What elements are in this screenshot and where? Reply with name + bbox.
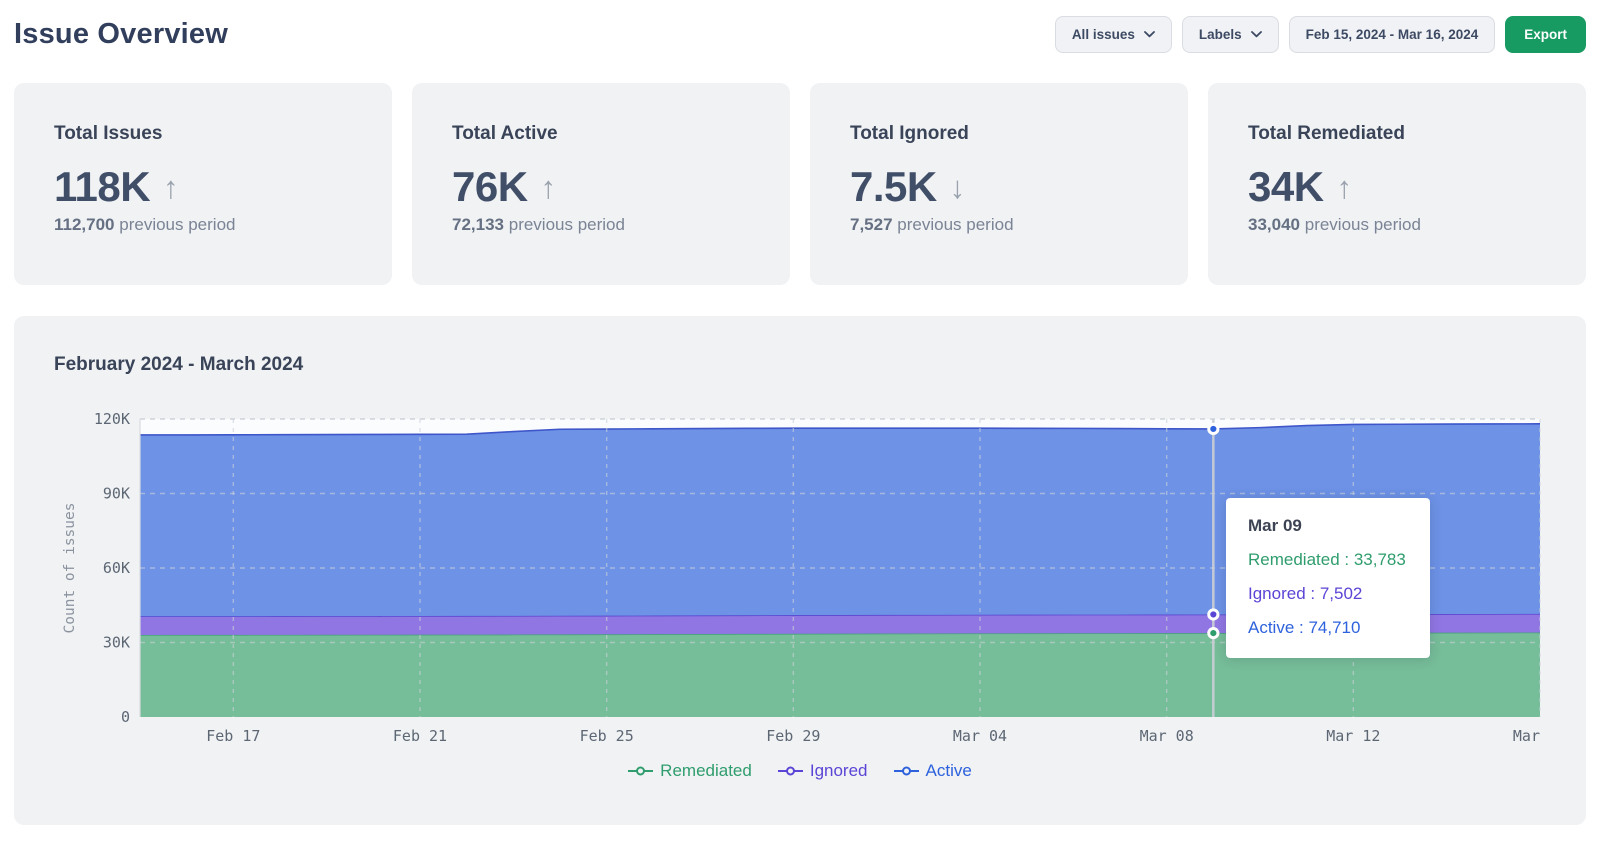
stat-card-total-issues: Total Issues 118K ↑ 112,700 previous per… bbox=[14, 83, 392, 285]
page-header: Issue Overview All issues Labels Feb 15,… bbox=[14, 14, 1586, 53]
legend-marker-icon bbox=[778, 766, 803, 776]
legend-item-remediated[interactable]: Remediated bbox=[628, 761, 752, 781]
stat-card-title: Total Ignored bbox=[850, 123, 1148, 145]
trend-down-icon: ↓ bbox=[950, 172, 966, 203]
legend-marker-icon bbox=[628, 766, 653, 776]
stat-card-previous: 33,040 previous period bbox=[1248, 215, 1546, 235]
all-issues-dropdown-label: All issues bbox=[1072, 27, 1135, 42]
legend-label: Ignored bbox=[810, 761, 868, 781]
svg-text:Feb 21: Feb 21 bbox=[393, 727, 447, 745]
stat-card-previous: 112,700 previous period bbox=[54, 215, 352, 235]
stat-card-value: 7.5K bbox=[850, 166, 937, 208]
stat-card-title: Total Issues bbox=[54, 123, 352, 145]
chart-title: February 2024 - March 2024 bbox=[54, 354, 1546, 376]
chart-card: February 2024 - March 2024 0 30K 60K 90K 120… bbox=[14, 316, 1586, 825]
svg-text:90K: 90K bbox=[103, 485, 130, 503]
labels-dropdown[interactable]: Labels bbox=[1182, 16, 1279, 53]
tooltip-row-remediated: Remediated : 33,783 bbox=[1248, 550, 1408, 570]
svg-text:60K: 60K bbox=[103, 559, 130, 577]
tooltip-row-ignored: Ignored : 7,502 bbox=[1248, 584, 1408, 604]
stat-card-total-remediated: Total Remediated 34K ↑ 33,040 previous p… bbox=[1208, 83, 1586, 285]
stat-card-previous: 72,133 previous period bbox=[452, 215, 750, 235]
stat-card-total-active: Total Active 76K ↑ 72,133 previous perio… bbox=[412, 83, 790, 285]
tooltip-row-active: Active : 74,710 bbox=[1248, 618, 1408, 638]
svg-text:30K: 30K bbox=[103, 634, 130, 652]
plot-region: 0 30K 60K 90K 120K Feb 17 Feb 21 Feb 25 Feb 29 Ma… bbox=[54, 403, 1546, 752]
legend-label: Remediated bbox=[660, 761, 752, 781]
header-controls: All issues Labels Feb 15, 2024 - Mar 16,… bbox=[1055, 16, 1586, 53]
svg-text:Count of issues: Count of issues bbox=[62, 503, 78, 634]
chevron-down-icon bbox=[1144, 31, 1155, 38]
date-range-picker[interactable]: Feb 15, 2024 - Mar 16, 2024 bbox=[1289, 16, 1496, 53]
chart-tooltip: Mar 09 Remediated : 33,783 Ignored : 7,5… bbox=[1226, 498, 1430, 658]
page-title: Issue Overview bbox=[14, 18, 228, 51]
legend-label: Active bbox=[926, 761, 972, 781]
stat-card-value: 118K bbox=[54, 166, 150, 208]
trend-up-icon: ↑ bbox=[541, 172, 557, 203]
stat-card-previous: 7,527 previous period bbox=[850, 215, 1148, 235]
legend-item-active[interactable]: Active bbox=[894, 761, 972, 781]
all-issues-dropdown[interactable]: All issues bbox=[1055, 16, 1172, 53]
chevron-down-icon bbox=[1251, 31, 1262, 38]
stat-cards-row: Total Issues 118K ↑ 112,700 previous per… bbox=[14, 83, 1586, 285]
stat-card-value: 34K bbox=[1248, 166, 1324, 208]
trend-up-icon: ↑ bbox=[1337, 172, 1353, 203]
stat-card-title: Total Active bbox=[452, 123, 750, 145]
svg-text:Mar 12: Mar 12 bbox=[1326, 727, 1380, 745]
labels-dropdown-label: Labels bbox=[1199, 27, 1242, 42]
date-range-label: Feb 15, 2024 - Mar 16, 2024 bbox=[1306, 27, 1479, 42]
svg-text:120K: 120K bbox=[94, 410, 130, 428]
svg-text:Mar 16: Mar 16 bbox=[1513, 727, 1550, 745]
legend-marker-icon bbox=[894, 766, 919, 776]
tooltip-date: Mar 09 bbox=[1248, 516, 1408, 536]
export-button-label: Export bbox=[1524, 27, 1567, 42]
svg-text:Mar 04: Mar 04 bbox=[953, 727, 1007, 745]
svg-text:Feb 25: Feb 25 bbox=[580, 727, 634, 745]
export-button[interactable]: Export bbox=[1505, 16, 1586, 53]
svg-text:Feb 29: Feb 29 bbox=[766, 727, 820, 745]
stat-card-value: 76K bbox=[452, 166, 528, 208]
legend-item-ignored[interactable]: Ignored bbox=[778, 761, 868, 781]
stat-card-title: Total Remediated bbox=[1248, 123, 1546, 145]
stat-card-total-ignored: Total Ignored 7.5K ↓ 7,527 previous peri… bbox=[810, 83, 1188, 285]
chart-legend: Remediated Ignored Active bbox=[54, 761, 1546, 781]
svg-text:Mar 08: Mar 08 bbox=[1140, 727, 1194, 745]
trend-up-icon: ↑ bbox=[163, 172, 179, 203]
svg-text:Feb 17: Feb 17 bbox=[206, 727, 260, 745]
svg-text:0: 0 bbox=[121, 708, 130, 726]
